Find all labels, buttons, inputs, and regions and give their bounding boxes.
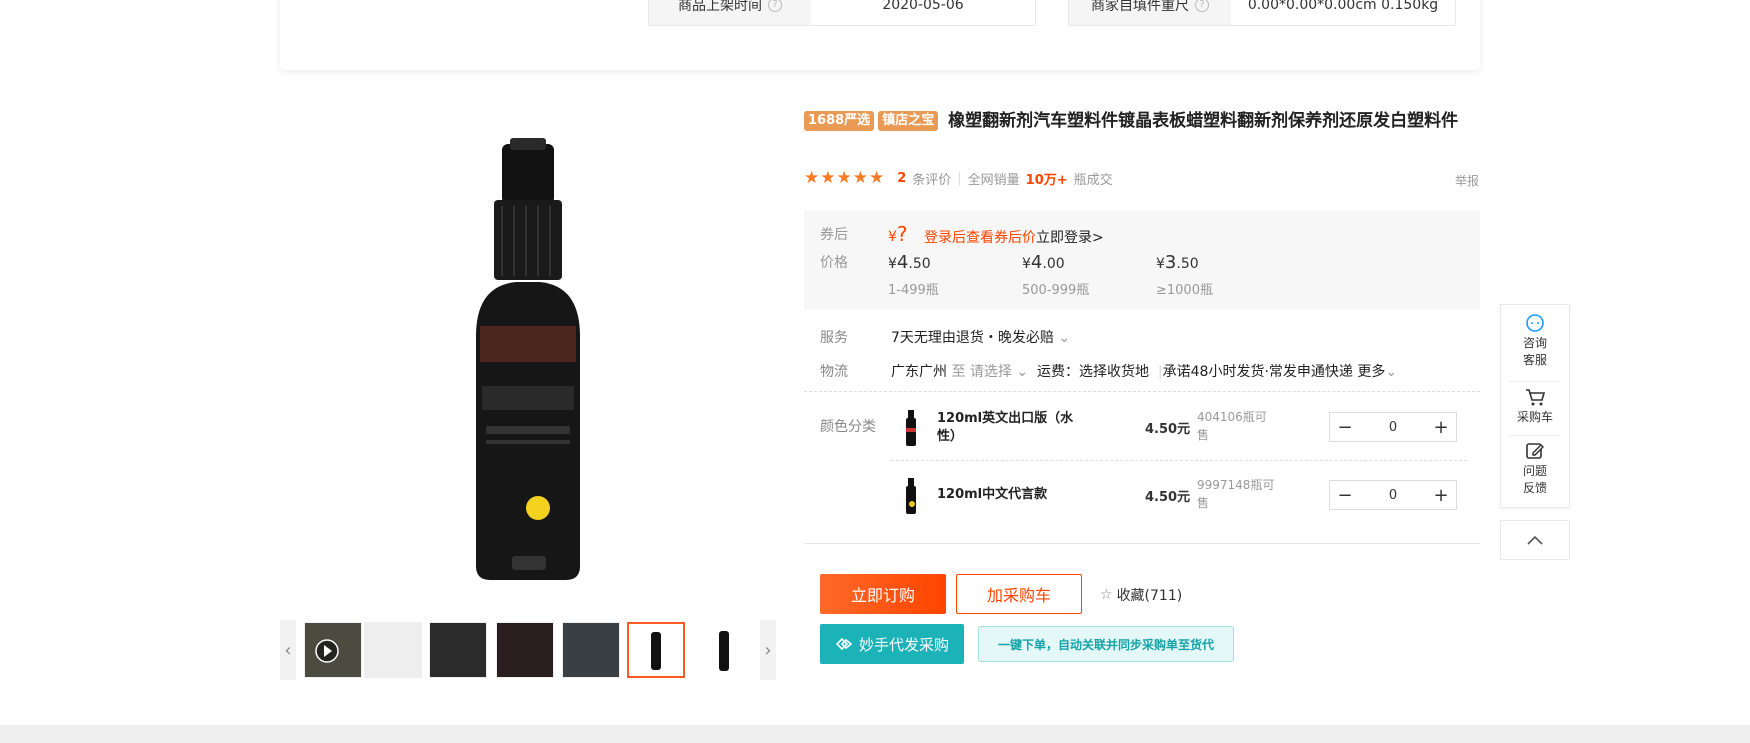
sku-price: 4.50元 (1145, 422, 1191, 437)
service-label: 服务 (820, 330, 848, 346)
daifa-tip: 一键下单，自动关联并同步采购单至货代 (978, 626, 1234, 662)
thumbnail-image[interactable] (562, 622, 620, 678)
sku-name: 120ml中文代言款 (937, 487, 1048, 502)
order-now-button[interactable]: 立即订购 (820, 574, 946, 614)
tag-1688-select: 1688严选 (804, 111, 875, 131)
sku-price: 4.50元 (1145, 490, 1191, 505)
thumbnail-strip: ‹ › (280, 620, 776, 680)
favorite-button[interactable]: ☆ 收藏(711) (1100, 585, 1182, 605)
rating-row: ★★★★★ 2 条评价 | 全网销量 10万+ 瓶成交 (804, 168, 1113, 188)
decrease-button[interactable]: − (1330, 417, 1360, 438)
logistics-more[interactable]: 更多 (1357, 364, 1385, 380)
report-link[interactable]: 举报 (1455, 172, 1479, 189)
feedback-button[interactable]: 问题 反馈 (1501, 441, 1569, 497)
chevron-up-icon (1527, 535, 1543, 545)
quantity-stepper: − 0 + (1329, 412, 1457, 442)
thumbnail-image[interactable] (364, 622, 422, 678)
quantity-stepper: − 0 + (1329, 480, 1457, 510)
attr-weight-size: 商家自填件重尺? 0.00*0.00*0.00cm 0.150kg (1068, 0, 1456, 26)
sku-thumbnail (906, 410, 916, 446)
product-title-text: 橡塑翻新剂汽车塑料件镀晶表板蜡塑料翻新剂保养剂还原发白塑料件 (948, 111, 1459, 131)
star-outline-icon: ☆ (1100, 587, 1113, 603)
delivery-promise: 承诺48小时发货·常发申通快递 (1162, 364, 1353, 380)
logistics-label: 物流 (820, 364, 848, 380)
attr-label: 商品上架时间 (678, 0, 762, 14)
attr-listing-date: 商品上架时间? 2020-05-06 (648, 0, 1036, 26)
sku-stock: 404106瓶可售 (1197, 410, 1267, 442)
help-icon[interactable]: ? (768, 0, 782, 12)
review-label: 条评价 (912, 172, 952, 188)
login-link[interactable]: 立即登录> (1036, 230, 1104, 246)
service-value[interactable]: 7天无理由退货・晚发必赔 ⌄ (891, 327, 1070, 347)
sales-value: 10万+ (1025, 172, 1068, 188)
attributes-card: 商品上架时间? 2020-05-06 商家自填件重尺? 0.00*0.00*0.… (280, 0, 1480, 70)
help-icon[interactable]: ? (1195, 0, 1209, 12)
tag-store-treasure: 镇店之宝 (878, 111, 939, 131)
attr-label: 商家自填件重尺 (1091, 0, 1189, 14)
price-label: 价格 (820, 255, 848, 271)
decrease-button[interactable]: − (1330, 485, 1360, 506)
thumbnail-video[interactable] (304, 622, 362, 678)
quantity-input[interactable]: 0 (1360, 488, 1426, 503)
chevron-down-icon: ⌄ (1058, 330, 1071, 346)
increase-button[interactable]: + (1426, 485, 1456, 506)
destination-select[interactable]: 请选择 (970, 364, 1012, 380)
chevron-down-icon: ⌄ (1016, 364, 1029, 380)
increase-button[interactable]: + (1426, 417, 1456, 438)
thumb-next-button[interactable]: › (760, 620, 776, 680)
login-tip: 登录后查看券后价立即登录> (924, 230, 1104, 246)
price-tier: ¥3.50 ≥1000瓶 (1156, 252, 1213, 298)
thumbnail-image[interactable] (694, 622, 752, 678)
chat-icon (1526, 314, 1544, 332)
sales-unit: 瓶成交 (1073, 172, 1113, 188)
attr-value: 0.00*0.00*0.00cm 0.150kg (1247, 0, 1439, 13)
cart-icon (1526, 389, 1546, 406)
star-rating-icon: ★★★★★ (804, 168, 886, 188)
consult-service-button[interactable]: 咨询 客服 (1501, 313, 1569, 369)
sku-name: 120ml英文出口版（水性） (937, 411, 1074, 444)
review-count[interactable]: 2 (897, 171, 906, 186)
price-box: 券后 价格 ¥? 登录后查看券后价立即登录> ¥4.50 1-499瓶 ¥4.0… (804, 210, 1480, 310)
coupon-price: ¥? (888, 222, 908, 246)
floating-toolbar: 咨询 客服 采购车 问题 反馈 (1500, 304, 1570, 508)
main-product-image[interactable] (446, 136, 610, 586)
price-tier: ¥4.50 1-499瓶 (888, 252, 939, 298)
thumbnail-image-active[interactable] (627, 622, 685, 678)
purchase-cart-button[interactable]: 采购车 (1501, 387, 1569, 426)
link-icon (835, 637, 853, 651)
sku-row: 120ml中文代言款 4.50元 9997148瓶可售 − 0 + (891, 464, 1471, 526)
coupon-label: 券后 (820, 227, 848, 243)
daifa-purchase-button[interactable]: 妙手代发采购 (820, 624, 964, 664)
product-title: 1688严选 镇店之宝 橡塑翻新剂汽车塑料件镀晶表板蜡塑料翻新剂保养剂还原发白塑料… (804, 108, 1484, 135)
sku-row: 120ml英文出口版（水性） 4.50元 404106瓶可售 − 0 + (891, 396, 1471, 458)
page-footer-band (0, 725, 1750, 743)
chevron-down-icon: ⌄ (1385, 364, 1398, 380)
price-tier: ¥4.00 500-999瓶 (1022, 252, 1090, 298)
thumbnail-image[interactable] (429, 622, 487, 678)
freight-text: 运费：选择收货地 (1037, 364, 1149, 380)
logistics-value: 广东广州 至 请选择 ⌄ 运费：选择收货地 |承诺48小时发货·常发申通快递 更… (891, 364, 1398, 380)
back-to-top-button[interactable] (1500, 520, 1570, 560)
sales-label: 全网销量 (967, 172, 1020, 188)
sku-label: 颜色分类 (820, 419, 876, 435)
play-icon (315, 639, 339, 663)
add-to-cart-button[interactable]: 加采购车 (956, 574, 1082, 614)
sku-stock: 9997148瓶可售 (1197, 478, 1275, 510)
quantity-input[interactable]: 0 (1360, 420, 1426, 435)
thumbnail-image[interactable] (496, 622, 554, 678)
edit-icon (1526, 443, 1544, 459)
attr-value: 2020-05-06 (882, 0, 964, 13)
thumb-prev-button[interactable]: ‹ (280, 620, 296, 680)
sku-thumbnail (906, 478, 916, 514)
